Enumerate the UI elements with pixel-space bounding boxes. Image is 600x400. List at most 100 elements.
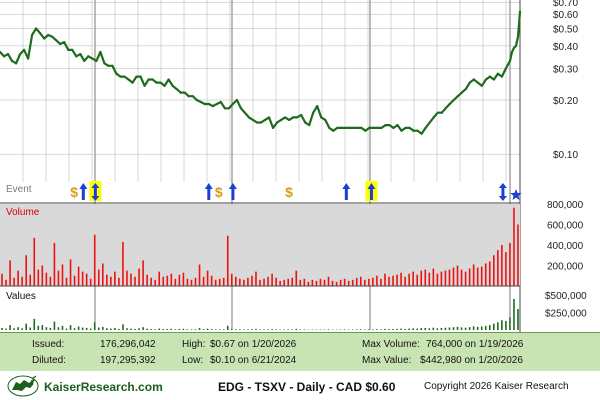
- price-point: [187, 95, 190, 98]
- price-tick-label: $0.50: [553, 24, 578, 35]
- price-point: [384, 124, 387, 127]
- price-point: [91, 57, 94, 60]
- price-point: [296, 116, 299, 119]
- price-tick-label: $0.30: [553, 64, 578, 75]
- issued-value: 176,296,042: [100, 339, 156, 350]
- stats-panel: Issued: 176,296,042 Diluted: 197,295,392…: [0, 332, 600, 372]
- price-point: [352, 126, 355, 129]
- price-point: [468, 81, 471, 84]
- price-point: [6, 53, 10, 56]
- price-tick-label: $0.60: [553, 10, 578, 21]
- price-point: [510, 50, 514, 54]
- max-value-label: Max Value:: [362, 355, 412, 366]
- price-point: [155, 81, 158, 84]
- price-point: [243, 111, 247, 114]
- price-point: [332, 129, 335, 132]
- price-tick-label: $0.40: [553, 42, 578, 53]
- price-point: [416, 129, 419, 132]
- price-point: [247, 116, 251, 119]
- price-point: [344, 126, 347, 129]
- price-point: [492, 78, 495, 81]
- up-arrow-icon: [342, 183, 351, 200]
- price-point: [292, 116, 295, 119]
- price-point: [107, 64, 110, 67]
- volume-tick-label: 600,000: [547, 221, 584, 232]
- diluted-label: Diluted:: [32, 355, 66, 366]
- price-point: [504, 67, 508, 70]
- max-volume-value: 764,000 on 1/19/2026: [426, 339, 524, 350]
- price-point: [448, 102, 451, 106]
- price-point: [512, 46, 516, 49]
- price-point: [304, 121, 307, 124]
- price-point: [283, 116, 287, 119]
- price-point: [67, 48, 70, 52]
- dividend-dollar-icon: $: [285, 184, 293, 200]
- dividend-dollar-icon: $: [215, 184, 223, 200]
- price-point: [263, 118, 267, 122]
- chart-area: $0.10 $0.20 $0.30 $0.40 $0.50 $0.60$0.70 $ $ $ …: [0, 0, 587, 332]
- price-point: [472, 78, 475, 81]
- high-label: High:: [182, 339, 206, 350]
- price-point: [340, 126, 343, 129]
- price-point: [111, 64, 114, 67]
- price-point: [143, 84, 146, 87]
- price-point: [484, 78, 487, 81]
- price-point: [516, 35, 520, 38]
- price-point: [412, 129, 415, 132]
- price-point: [151, 78, 154, 81]
- price-tick-label: $0.70: [553, 0, 578, 9]
- price-point: [480, 84, 483, 87]
- price-point: [360, 126, 363, 129]
- price-point: [87, 55, 90, 58]
- price-point: [167, 78, 170, 81]
- volume-tick-label: 400,000: [547, 241, 584, 252]
- price-point: [452, 98, 455, 102]
- price-point: [271, 126, 275, 129]
- logo-text[interactable]: KaiserResearch.com: [44, 380, 163, 394]
- price-point: [103, 62, 106, 65]
- volume-tick-label: 200,000: [547, 262, 584, 273]
- price-point: [259, 121, 263, 124]
- price-point: [99, 50, 102, 54]
- price-point: [235, 98, 239, 102]
- price-point: [215, 102, 218, 106]
- price-point: [420, 132, 423, 135]
- event-panel-label: Event: [6, 184, 32, 195]
- price-point: [496, 72, 500, 75]
- price-point: [255, 121, 259, 124]
- price-point: [300, 113, 303, 117]
- price-point: [59, 42, 62, 46]
- price-series-line: [0, 11, 522, 135]
- price-point: [312, 111, 315, 114]
- price-point: [316, 105, 319, 108]
- price-point: [147, 78, 150, 81]
- price-point: [71, 48, 74, 52]
- price-point: [43, 37, 46, 40]
- values-tick-label: $500,000: [545, 291, 587, 302]
- price-point: [39, 32, 42, 35]
- price-point: [18, 53, 22, 56]
- volume-panel: 200,000 400,000 600,000 800,000: [0, 200, 584, 287]
- max-volume-label: Max Volume:: [362, 339, 420, 350]
- price-point: [203, 102, 206, 106]
- price-point: [10, 59, 14, 63]
- price-point: [83, 59, 86, 63]
- price-point: [376, 126, 379, 129]
- price-tick-label: $0.20: [553, 96, 578, 107]
- price-point: [51, 35, 54, 38]
- price-point: [356, 126, 359, 129]
- price-point: [404, 126, 407, 129]
- price-point: [27, 57, 30, 60]
- price-point: [308, 124, 311, 127]
- price-point: [239, 107, 243, 110]
- diluted-value: 197,295,392: [100, 355, 156, 366]
- price-point: [392, 126, 395, 129]
- high-value: $0.67 on 1/20/2026: [210, 339, 297, 350]
- volume-panel-label: Volume: [6, 207, 40, 218]
- price-point: [436, 111, 439, 114]
- values-tick-label: $250,000: [545, 309, 587, 320]
- price-point: [2, 55, 6, 58]
- price-point: [444, 107, 447, 110]
- price-point: [460, 91, 463, 94]
- price-point: [123, 75, 126, 78]
